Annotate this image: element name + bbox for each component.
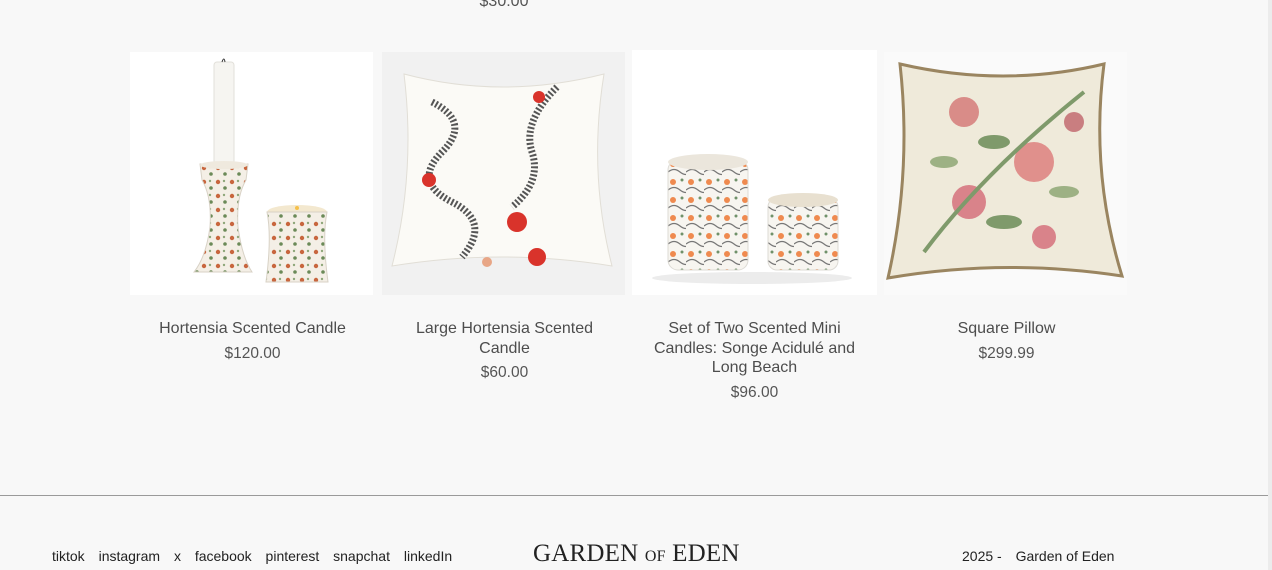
product-image-square-pillow[interactable] [884, 52, 1127, 295]
page-scrollbar[interactable] [1268, 0, 1272, 570]
copyright-brand: Garden of Eden [1015, 548, 1115, 564]
product-price: $120.00 [224, 344, 281, 362]
product-card-hortensia-candle[interactable]: Hortensia Scented Candle $120.00 [130, 52, 375, 363]
product-title[interactable]: Hortensia Scented Candle [130, 319, 375, 339]
product-title[interactable]: Square Pillow [884, 319, 1129, 339]
product-grid: Hortensia Scented Candle $120.00 Large H… [130, 50, 1130, 410]
product-image-mini-candles-set[interactable] [632, 50, 877, 295]
previous-row-price: $30.00 [479, 0, 529, 10]
social-links: tiktok instagram x facebook pinterest sn… [52, 548, 462, 564]
product-image-large-hortensia-candle[interactable] [382, 52, 625, 295]
footer-logo[interactable]: GARDEN OF EDEN [533, 540, 740, 568]
footer-divider [0, 495, 1268, 496]
logo-part-eden: EDEN [672, 540, 740, 567]
social-link-linkedin[interactable]: linkedIn [404, 548, 452, 564]
social-link-facebook[interactable]: facebook [195, 548, 252, 564]
social-link-x[interactable]: x [174, 548, 181, 564]
product-title[interactable]: Large Hortensia Scented Candle [382, 319, 627, 358]
product-card-large-hortensia-candle[interactable]: Large Hortensia Scented Candle $60.00 [382, 52, 627, 382]
copyright-year: 2025 - [962, 548, 1002, 564]
social-link-pinterest[interactable]: pinterest [266, 548, 320, 564]
social-link-instagram[interactable]: instagram [99, 548, 160, 564]
product-price: $96.00 [730, 383, 779, 401]
product-price: $60.00 [480, 364, 529, 381]
product-card-mini-candles-set[interactable]: Set of Two Scented Mini Candles: Songe A… [632, 50, 877, 402]
footer-copyright: 2025 - Garden of Eden [962, 548, 1114, 564]
product-title[interactable]: Set of Two Scented Mini Candles: Songe A… [632, 319, 877, 378]
logo-part-garden: GARDEN [533, 540, 639, 567]
product-image-hortensia-candle[interactable] [130, 52, 373, 295]
product-price: $299.99 [978, 344, 1035, 362]
logo-part-of: OF [644, 548, 666, 565]
social-link-snapchat[interactable]: snapchat [333, 548, 390, 564]
product-card-square-pillow[interactable]: Square Pillow $299.99 [884, 52, 1129, 363]
social-link-tiktok[interactable]: tiktok [52, 548, 85, 564]
